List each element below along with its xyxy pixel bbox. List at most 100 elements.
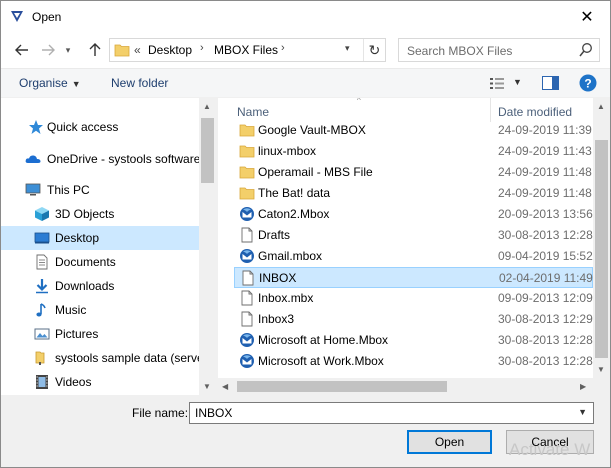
file-name: Operamail - MBS File: [258, 165, 373, 179]
nav-item-onedrive[interactable]: OneDrive - systools software: [1, 147, 201, 171]
nav-item-documents[interactable]: Documents: [1, 250, 199, 274]
file-list-horizontal-scrollbar[interactable]: ◀ ▶: [218, 378, 593, 395]
help-icon[interactable]: ?: [579, 74, 597, 92]
nav-item-videos[interactable]: Videos: [1, 370, 199, 394]
nav-item-this-pc[interactable]: This PC: [1, 178, 199, 202]
nav-item-desktop[interactable]: Desktop: [1, 226, 199, 250]
recent-locations-chevron-icon[interactable]: ▾: [62, 41, 74, 59]
file-row[interactable]: linux-mbox 24-09-2019 11:43: [234, 141, 593, 162]
organise-label: Organise: [19, 76, 68, 90]
folder-icon: [114, 44, 130, 57]
scroll-left-arrow-icon[interactable]: ◀: [222, 382, 228, 391]
open-dialog: Open ✕ ▾ « Desktop › MBOX Files › ▾ ↻ Se…: [0, 0, 611, 468]
folder-icon: [239, 185, 255, 201]
nav-item-pictures[interactable]: Pictures: [1, 322, 199, 346]
open-button[interactable]: Open: [407, 430, 492, 454]
nav-item-3d-objects[interactable]: 3D Objects: [1, 202, 199, 226]
nav-item-systools-sample-data[interactable]: systools sample data (serve: [1, 346, 204, 370]
thunderbird-icon: [239, 248, 255, 264]
title-bar: Open ✕: [1, 1, 610, 32]
file-list-vertical-scrollbar[interactable]: ▲ ▼: [593, 98, 610, 378]
nav-label: Downloads: [55, 279, 115, 293]
breadcrumb-desktop[interactable]: Desktop: [148, 43, 192, 57]
file-date-modified: 30-08-2013 12:28: [498, 228, 593, 242]
scroll-down-arrow-icon[interactable]: ▼: [597, 365, 605, 374]
scroll-up-arrow-icon[interactable]: ▲: [203, 102, 211, 111]
preview-pane-icon[interactable]: [542, 76, 559, 90]
search-icon[interactable]: [579, 42, 593, 58]
file-date-modified: 09-09-2013 12:09: [498, 291, 593, 305]
file-row[interactable]: INBOX 02-04-2019 11:49: [234, 267, 593, 288]
music-icon: [36, 303, 46, 317]
refresh-icon[interactable]: ↻: [363, 39, 385, 61]
file-date-modified: 02-04-2019 11:49: [499, 271, 593, 285]
column-divider[interactable]: [490, 98, 491, 122]
breadcrumb-overflow[interactable]: «: [134, 43, 141, 57]
file-name-input[interactable]: INBOX ▼: [189, 402, 594, 424]
cloud-icon: [25, 155, 41, 163]
close-icon[interactable]: ✕: [564, 1, 610, 32]
nav-pane-scrollbar[interactable]: ▲ ▼: [199, 98, 216, 395]
file-date-modified: 30-08-2013 12:28: [498, 354, 593, 368]
view-options-chevron-icon[interactable]: ▼: [513, 77, 522, 87]
file-icon: [239, 290, 255, 306]
scrollbar-corner: [593, 378, 610, 395]
file-date-modified: 24-09-2019 11:48: [498, 186, 592, 200]
file-row[interactable]: Inbox3 30-08-2013 12:29: [234, 309, 593, 330]
cube-icon: [35, 207, 49, 221]
breadcrumb-mbox-files[interactable]: MBOX Files: [214, 43, 278, 57]
chevron-down-icon[interactable]: ▼: [578, 407, 587, 417]
address-dropdown-icon[interactable]: ▾: [345, 43, 350, 54]
scrollbar-thumb[interactable]: [201, 118, 214, 183]
scroll-up-arrow-icon[interactable]: ▲: [597, 102, 605, 111]
file-row[interactable]: The Bat! data 24-09-2019 11:48: [234, 183, 593, 204]
star-icon: [29, 120, 43, 134]
scroll-right-arrow-icon[interactable]: ▶: [580, 382, 586, 391]
search-input[interactable]: Search MBOX Files: [398, 38, 600, 62]
video-icon: [36, 375, 48, 389]
scrollbar-thumb[interactable]: [595, 140, 608, 358]
file-row[interactable]: Gmail.mbox 09-04-2019 15:52: [234, 246, 593, 267]
nav-item-music[interactable]: Music: [1, 298, 199, 322]
nav-label: Pictures: [55, 327, 99, 341]
file-row[interactable]: Operamail - MBS File 24-09-2019 11:48: [234, 162, 593, 183]
nav-item-downloads[interactable]: Downloads: [1, 274, 199, 298]
file-icon: [239, 311, 255, 327]
file-row[interactable]: Microsoft at Home.Mbox 30-08-2013 12:28: [234, 330, 593, 351]
file-row[interactable]: Caton2.Mbox 20-09-2013 13:56: [234, 204, 593, 225]
file-icon: [239, 227, 255, 243]
nav-label: systools sample data (serve: [55, 351, 204, 365]
nav-item-quick-access[interactable]: Quick access: [1, 115, 199, 139]
address-bar[interactable]: « Desktop › MBOX Files › ▾ ↻: [109, 38, 386, 62]
file-row[interactable]: Drafts 30-08-2013 12:28: [234, 225, 593, 246]
folder-icon: [239, 164, 255, 180]
nav-label: OneDrive - systools software: [47, 152, 201, 166]
up-arrow-icon[interactable]: [86, 41, 104, 59]
breadcrumb-separator-icon[interactable]: ›: [200, 42, 204, 54]
forward-arrow-icon[interactable]: [39, 41, 57, 59]
file-icon: [240, 270, 256, 286]
column-name-header[interactable]: Name: [237, 105, 269, 119]
folder-icon: [239, 122, 255, 138]
column-date-header[interactable]: Date modified: [498, 105, 572, 119]
file-row[interactable]: Google Vault-MBOX 24-09-2019 11:39: [234, 120, 593, 141]
file-date-modified: 24-09-2019 11:48: [498, 165, 592, 179]
back-arrow-icon[interactable]: [13, 41, 31, 59]
file-row[interactable]: Microsoft at Work.Mbox 30-08-2013 12:28: [234, 351, 593, 372]
organise-menu[interactable]: Organise ▼: [19, 76, 81, 90]
view-details-icon[interactable]: [489, 77, 505, 90]
file-name: Drafts: [258, 228, 291, 242]
file-name-label: File name:: [132, 406, 189, 420]
file-row[interactable]: Inbox.mbx 09-09-2013 12:09: [234, 288, 593, 309]
file-name: The Bat! data: [258, 186, 331, 200]
scroll-down-arrow-icon[interactable]: ▼: [203, 382, 211, 391]
scrollbar-thumb[interactable]: [237, 381, 447, 392]
file-name: Microsoft at Home.Mbox: [258, 333, 389, 347]
folder-icon: [239, 143, 255, 159]
file-name: linux-mbox: [258, 144, 317, 158]
new-folder-button[interactable]: New folder: [111, 76, 168, 90]
file-date-modified: 30-08-2013 12:29: [498, 312, 593, 326]
breadcrumb-separator-icon[interactable]: ›: [281, 42, 285, 54]
file-name: Inbox3: [258, 312, 295, 326]
file-date-modified: 24-09-2019 11:39: [498, 123, 592, 137]
